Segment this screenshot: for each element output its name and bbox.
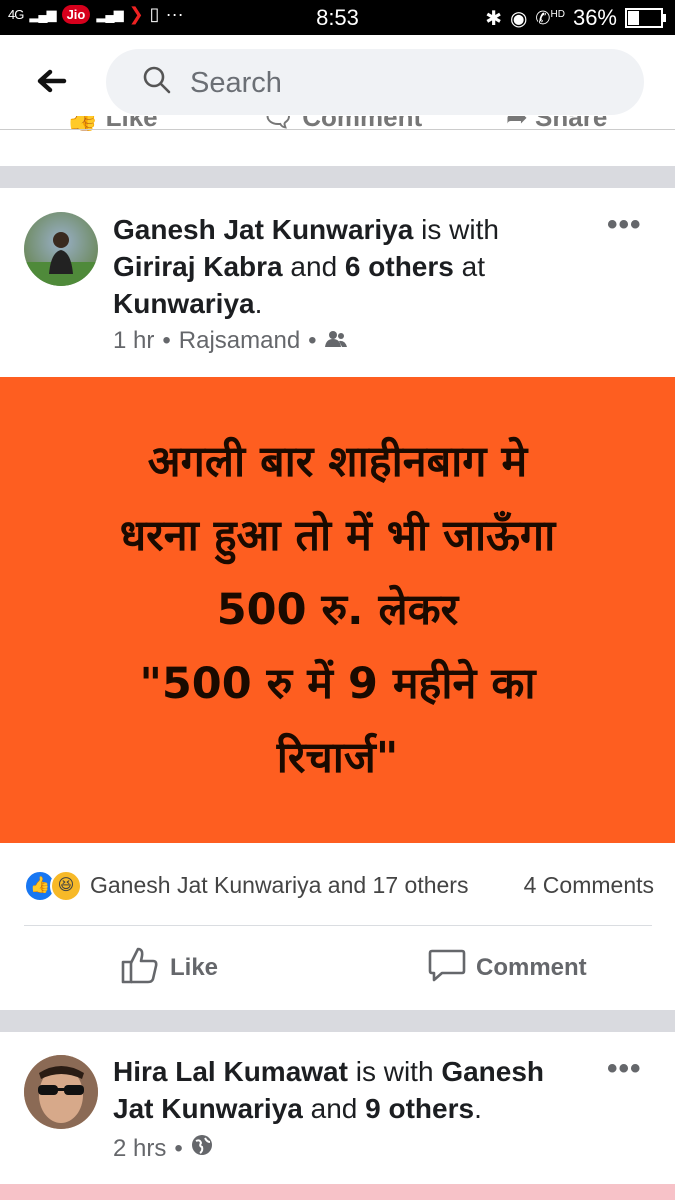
post-time[interactable]: 1 hr <box>113 327 154 355</box>
bluetooth-icon: ✱ <box>485 7 502 30</box>
post-1-text-banner[interactable]: अगली बार शाहीनबाग मे धरना हुआ तो में भी … <box>0 377 675 843</box>
battery-icon <box>625 8 666 28</box>
post-time[interactable]: 2 hrs <box>113 1135 166 1163</box>
globe-icon <box>191 1134 213 1163</box>
and-word: and <box>282 251 345 282</box>
more-options-icon[interactable]: ••• <box>607 208 642 242</box>
post-2-meta: 2 hrs • <box>113 1134 213 1163</box>
battery-percent: 36% <box>572 5 617 30</box>
search-box[interactable] <box>106 49 644 115</box>
comment-icon <box>428 947 466 990</box>
avatar[interactable] <box>24 1055 98 1129</box>
header-divider <box>0 129 675 130</box>
status-right: ✱ ◉ ✆HD 36% <box>485 5 666 31</box>
more-options-icon[interactable]: ••• <box>607 1052 642 1086</box>
avatar[interactable] <box>24 212 98 286</box>
location-link[interactable]: Kunwariya <box>113 288 255 319</box>
feed-separator <box>0 1010 675 1032</box>
post-1-header: Ganesh Jat Kunwariya is with Giriraj Kab… <box>113 211 583 322</box>
previous-post-actions: 👍 Like 🗨 Comment ➦ Share <box>0 116 675 166</box>
period: . <box>254 288 263 319</box>
back-arrow-icon[interactable] <box>34 63 74 103</box>
hd-label: HD <box>550 8 565 20</box>
dot-separator: • <box>174 1134 183 1162</box>
search-input[interactable] <box>188 63 612 103</box>
tagged-name[interactable]: Giriraj Kabra <box>113 251 283 282</box>
post-2-header: Hira Lal Kumawat is with Ganesh Jat Kunw… <box>113 1053 583 1127</box>
post-place[interactable]: Rajsamand <box>179 327 300 355</box>
actions-divider <box>24 925 652 926</box>
author-name[interactable]: Ganesh Jat Kunwariya <box>113 214 413 245</box>
status-bar: 4G ▂▄▆ Jio ▂▄▆ ❯ ▯ ··· 8:53 ✱ ◉ ✆HD 36% <box>0 0 675 35</box>
with-word: is with <box>347 1056 442 1087</box>
comments-count[interactable]: 4 Comments <box>524 872 654 899</box>
others-link[interactable]: 6 others <box>345 251 454 282</box>
haha-reaction-icon: 😆 <box>50 870 82 902</box>
call-icon: ✆HD <box>535 7 565 28</box>
dot-separator: • <box>308 327 317 354</box>
at-word: at <box>453 251 485 282</box>
search-icon <box>142 65 172 95</box>
author-name[interactable]: Hira Lal Kumawat <box>113 1056 348 1087</box>
feed-separator <box>0 166 675 188</box>
dot-separator: • <box>162 327 171 354</box>
banner-text: अगली बार शाहीनबाग मे धरना हुआ तो में भी … <box>119 437 556 783</box>
like-button[interactable]: Like <box>120 946 219 991</box>
comment-label: Comment <box>476 954 587 981</box>
eye-icon: ◉ <box>509 7 528 30</box>
reaction-names[interactable]: Ganesh Jat Kunwariya and 17 others <box>90 872 468 899</box>
thumbs-up-icon <box>120 946 160 991</box>
post-1-meta: 1 hr • Rajsamand • <box>113 327 347 355</box>
reactions-summary[interactable]: 👍 😆 Ganesh Jat Kunwariya and 17 others 4… <box>24 868 654 904</box>
comment-button[interactable]: Comment <box>428 948 587 988</box>
prev-share-button[interactable]: ➦ Share <box>506 116 607 133</box>
period: . <box>474 1093 482 1124</box>
prev-comment-button[interactable]: 🗨 Comment <box>262 116 422 133</box>
others-link[interactable]: 9 others <box>365 1093 474 1124</box>
with-word: is with <box>413 214 499 245</box>
and-word: and <box>302 1093 366 1124</box>
prev-like-button[interactable]: 👍 Like <box>66 116 158 133</box>
friends-icon <box>324 327 347 355</box>
like-label: Like <box>170 954 219 981</box>
next-post-preview <box>0 1184 675 1200</box>
